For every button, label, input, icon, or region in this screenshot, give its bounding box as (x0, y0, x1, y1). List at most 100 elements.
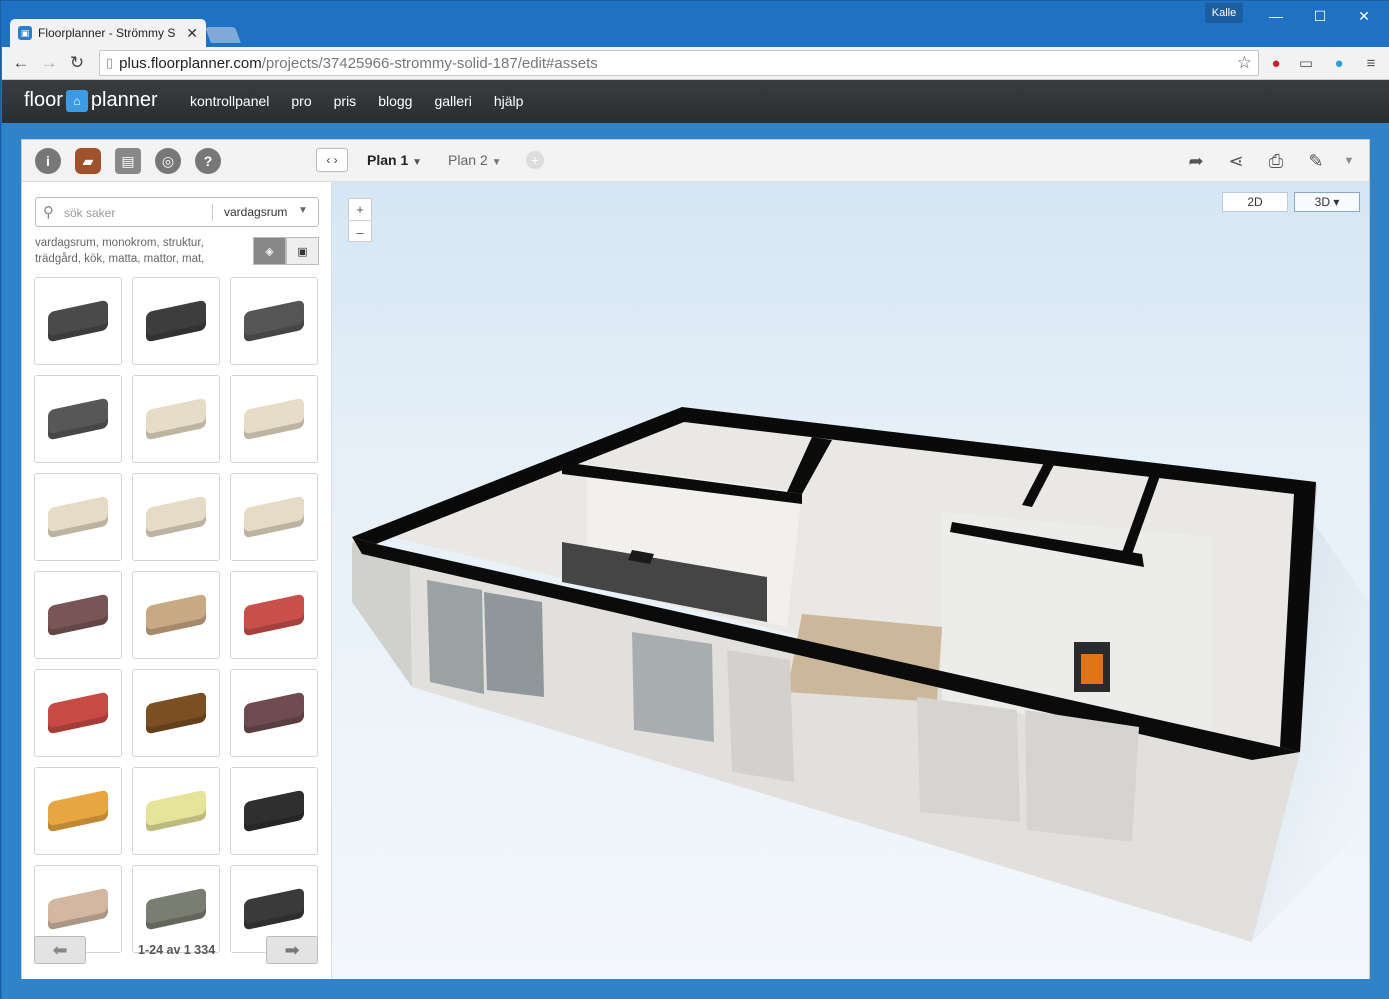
asset-item-armchair-red[interactable] (230, 571, 318, 659)
settings-dropdown-icon[interactable]: ▼ (1336, 150, 1362, 172)
plan-2-label: Plan 2 (448, 152, 488, 168)
skype-icon[interactable]: ● (1328, 52, 1350, 74)
asset-item-lounge-chair[interactable] (132, 277, 220, 365)
chevron-down-icon: ▼ (491, 157, 502, 168)
search-placeholder: sök saker (64, 206, 116, 220)
prev-page-icon[interactable]: ⬅ (34, 936, 86, 964)
asset-item-sofa-plum[interactable] (34, 571, 122, 659)
maximize-icon[interactable]: ☐ (1298, 5, 1342, 27)
asset-item-daybed[interactable] (230, 277, 318, 365)
asset-item-sofa-long-beige[interactable] (34, 473, 122, 561)
zoom-in-button[interactable]: + (349, 199, 371, 221)
furniture-thumbnail-icon (146, 691, 206, 735)
asset-item-chaise-tan[interactable] (132, 571, 220, 659)
asset-item-ottoman[interactable] (34, 375, 122, 463)
back-icon[interactable]: ← (7, 49, 35, 77)
search-input[interactable]: ⚲ sök saker vardagsrum ▼ (35, 197, 319, 227)
shutter-2 (917, 697, 1020, 822)
new-tab-button[interactable] (205, 27, 241, 43)
browser-tab[interactable]: ▣ Floorplanner - Strömmy S ✕ (10, 19, 206, 47)
3d-house-model[interactable] (332, 182, 1369, 979)
add-plan-button[interactable]: + (526, 151, 544, 169)
globe-icon[interactable]: ◎ (155, 148, 181, 174)
asset-item-loveseat-beige[interactable] (132, 375, 220, 463)
forward-icon[interactable]: → (35, 49, 63, 77)
browser-menu-icon[interactable]: ≡ (1360, 52, 1382, 74)
close-tab-icon[interactable]: ✕ (186, 25, 198, 42)
fireplace-flame (1081, 654, 1103, 684)
furniture-thumbnail-icon (146, 887, 206, 931)
photos-icon[interactable]: ▤ (115, 148, 141, 174)
asset-item-chaise-yellow[interactable] (132, 767, 220, 855)
minimize-icon[interactable]: — (1254, 5, 1298, 27)
asset-item-armchair-wood[interactable] (132, 669, 220, 757)
search-icon: ⚲ (43, 204, 54, 221)
collapse-sidebar-button[interactable]: ‹ › (316, 148, 348, 172)
print-icon[interactable]: ⎙ (1263, 150, 1289, 172)
shutter-1 (727, 650, 794, 782)
asset-library: ⚲ sök saker vardagsrum ▼ vardagsrum, mon… (22, 182, 332, 979)
menu-item-kontrollpanel[interactable]: kontrollpanel (190, 93, 269, 109)
menu-item-pris[interactable]: pris (334, 93, 357, 109)
export-icon[interactable]: ➦ (1183, 150, 1209, 172)
search-divider (212, 204, 213, 221)
floorplanner-favicon-icon: ▣ (18, 26, 32, 40)
tags-line-1[interactable]: vardagsrum, monokrom, struktur, (35, 235, 225, 251)
3d-thumbnail-toggle-icon[interactable]: ◈ (253, 237, 286, 265)
asset-item-tub-chair-orange[interactable] (34, 767, 122, 855)
info-icon[interactable]: i (35, 148, 61, 174)
3d-mode-button[interactable]: 3D ▾ (1294, 192, 1360, 212)
wrench-icon[interactable]: ✎ (1303, 150, 1329, 172)
plan-1-label: Plan 1 (367, 152, 409, 168)
2d-thumbnail-toggle-icon[interactable]: ▣ (286, 237, 319, 265)
furniture-thumbnail-icon (244, 593, 304, 637)
logo-mark-icon: ⌂ (65, 89, 88, 112)
app-navbar: floor ⌂ planner kontrollpanel pro pris b… (2, 80, 1389, 123)
chevron-down-icon[interactable]: ▼ (298, 205, 308, 216)
cast-icon[interactable]: ▭ (1295, 52, 1317, 74)
help-icon[interactable]: ? (195, 148, 221, 174)
close-window-icon[interactable]: ✕ (1342, 5, 1386, 27)
url-host: plus.floorplanner.com (119, 54, 262, 72)
address-bar[interactable]: ▯ plus.floorplanner.com/projects/3742596… (99, 50, 1259, 76)
furniture-thumbnail-icon (244, 299, 304, 343)
logo-text-planner: planner (90, 89, 158, 111)
category-select[interactable]: vardagsrum (224, 205, 287, 219)
floorplanner-logo[interactable]: floor ⌂ planner (24, 89, 158, 112)
menu-item-galleri[interactable]: galleri (434, 93, 471, 109)
zoom-controls: + – (348, 198, 372, 242)
pinterest-icon[interactable]: ● (1265, 52, 1287, 74)
asset-item-poang-chair[interactable] (230, 767, 318, 855)
left-wall-exterior (352, 542, 412, 687)
furniture-thumbnail-icon (146, 593, 206, 637)
2d-mode-button[interactable]: 2D (1222, 192, 1288, 212)
furniture-icon[interactable]: ▰ (75, 148, 101, 174)
next-page-icon[interactable]: ➡ (266, 936, 318, 964)
furniture-thumbnail-icon (146, 789, 206, 833)
tab-plan-1[interactable]: Plan 1 ▼ (367, 152, 422, 168)
tab-plan-2[interactable]: Plan 2 ▼ (448, 152, 502, 168)
pagination-label: 1-24 av 1 334 (138, 943, 216, 957)
profile-button[interactable]: Kalle (1205, 3, 1243, 23)
asset-item-armchair-plum[interactable] (230, 669, 318, 757)
share-icon[interactable]: ⋖ (1223, 150, 1249, 172)
page-icon: ▯ (106, 55, 114, 70)
furniture-thumbnail-icon (244, 887, 304, 931)
asset-item-sofa-beige[interactable] (230, 375, 318, 463)
reload-icon[interactable]: ↻ (63, 49, 91, 77)
menu-item-blogg[interactable]: blogg (378, 93, 412, 109)
3d-viewport[interactable]: + – 2D 3D ▾ (332, 182, 1369, 979)
zoom-out-button[interactable]: – (349, 221, 371, 243)
asset-item-barcelona-chair[interactable] (34, 277, 122, 365)
furniture-thumbnail-icon (244, 495, 304, 539)
bookmark-star-icon[interactable]: ☆ (1237, 53, 1252, 73)
shutter-3 (1025, 710, 1139, 842)
menu-item-pro[interactable]: pro (291, 93, 311, 109)
asset-item-corner-sofa-beige-2[interactable] (230, 473, 318, 561)
menu-item-hjalp[interactable]: hjälp (494, 93, 524, 109)
asset-item-corner-sofa-beige[interactable] (132, 473, 220, 561)
tags-line-2[interactable]: trädgård, kök, matta, mattor, mat, (35, 251, 225, 267)
asset-item-sofa-red[interactable] (34, 669, 122, 757)
chevron-down-icon: ▼ (412, 157, 423, 168)
view-toggle: ◈ ▣ (253, 237, 319, 265)
